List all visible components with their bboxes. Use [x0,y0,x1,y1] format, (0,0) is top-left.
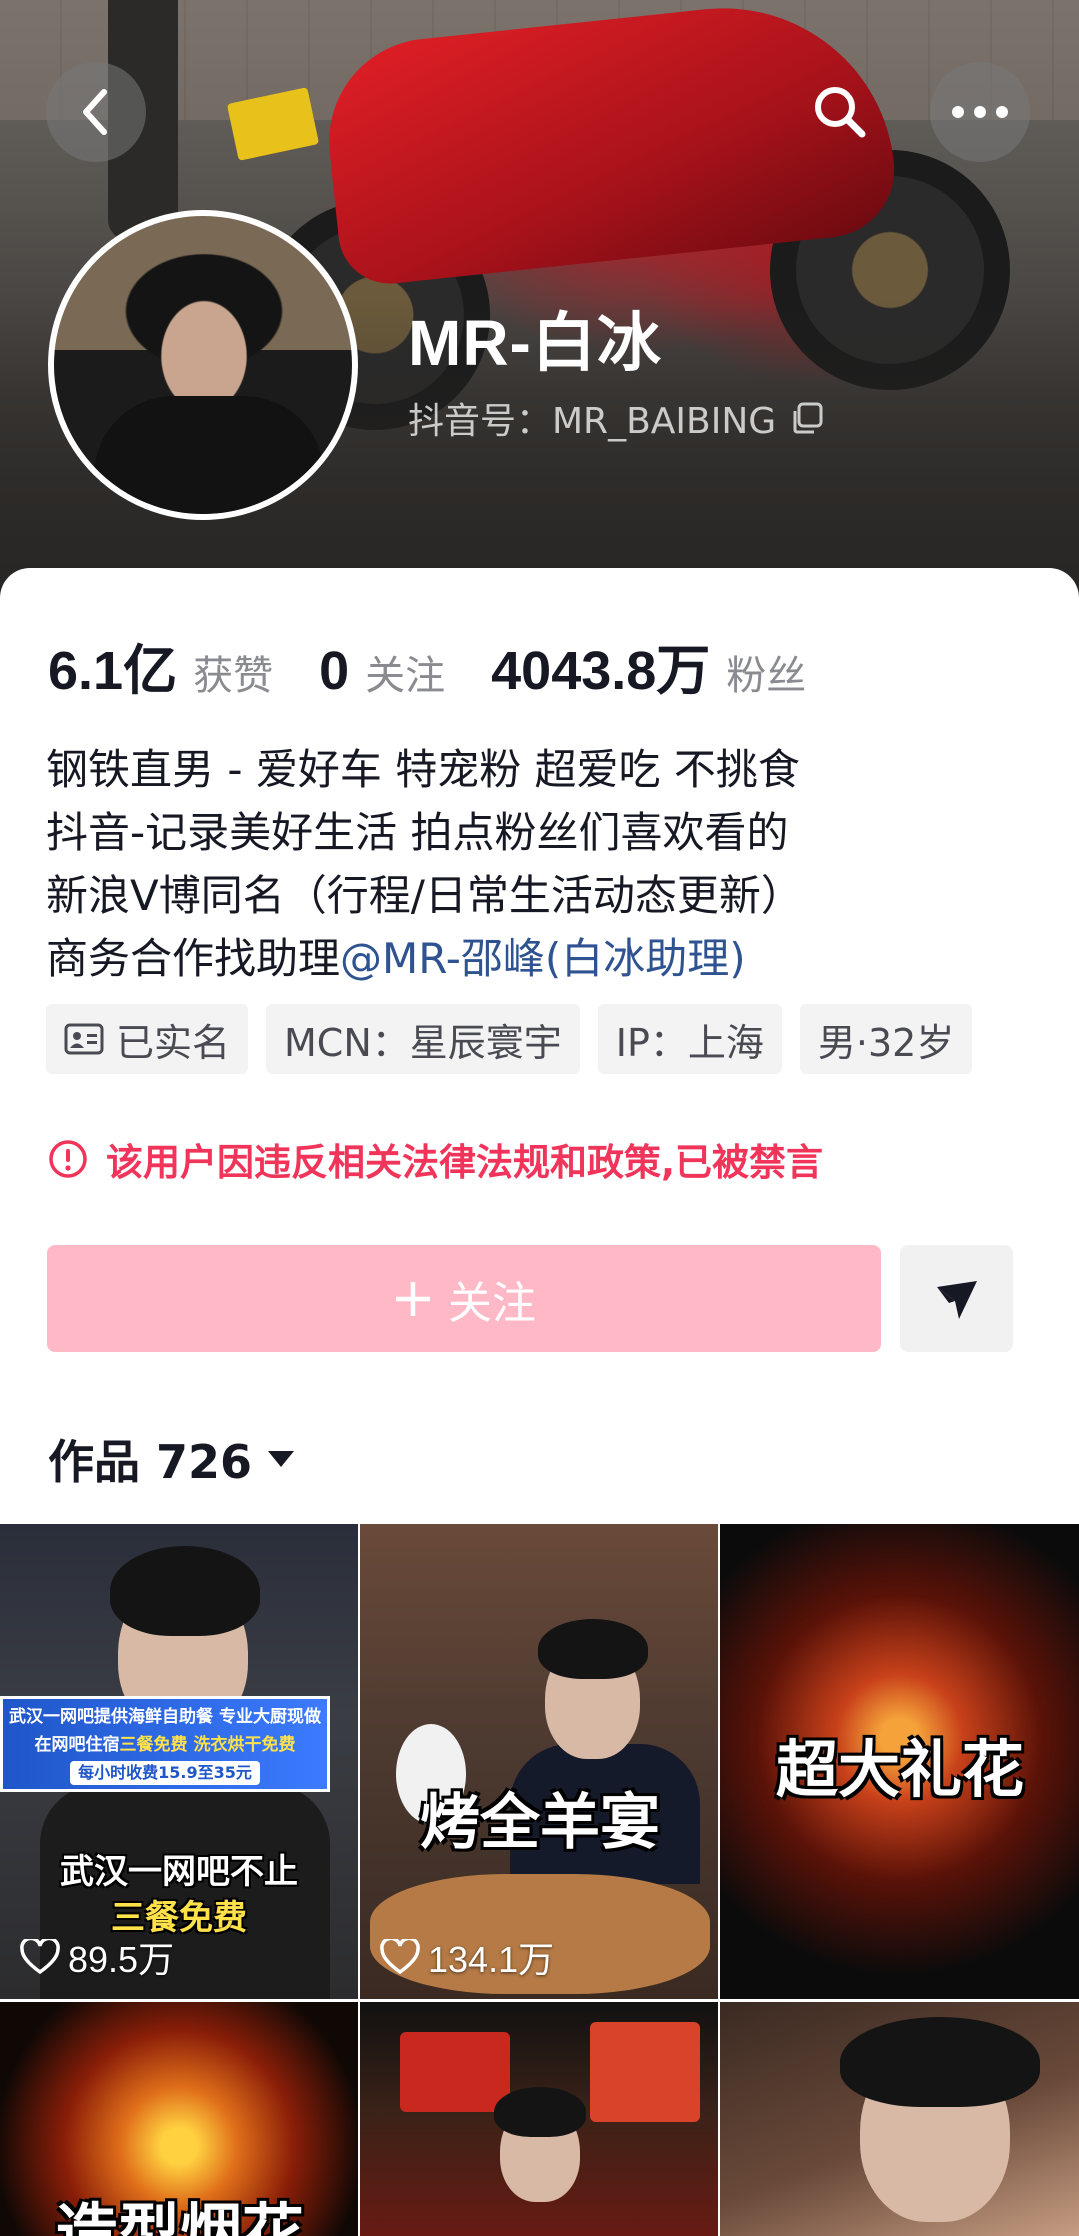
share-send-icon [936,1280,977,1319]
back-arrow-icon [83,89,107,135]
stats-row: 6.1亿 获赞 0 关注 4043.8万 粉丝 [48,626,852,705]
video-1-likes-count: 89.5万 [68,1939,175,1980]
douyin-id-text: 抖音号：MR_BAIBING [408,401,777,442]
tag-ip: IP：上海 [597,1004,782,1074]
bio: 钢铁直男 - 爱好车 特宠粉 超爱吃 不挑食 抖音-记录美好生活 拍点粉丝们喜欢… [46,738,803,990]
search-button[interactable] [790,62,890,162]
stat-likes-value: 6.1亿 [48,641,178,701]
douyin-id[interactable]: 抖音号：MR_BAIBING [408,392,824,444]
video-tile-2[interactable]: 烤全羊宴 134.1万 [360,1524,718,1999]
back-button[interactable] [46,62,146,162]
tag-mcn[interactable]: MCN：星辰寰宇 [266,1004,580,1074]
stat-following-value: 0 [319,641,350,701]
video-2-likes-count: 134.1万 [428,1939,555,1980]
assistant-mention-link[interactable]: @MR-邵峰(白冰助理) [340,934,746,983]
video-2-person-hair [538,1619,648,1679]
stat-followers-value: 4043.8万 [491,641,711,701]
username: MR-白冰 [408,307,662,379]
video-1-banner-line-2b: 三餐免费 [119,1735,188,1755]
stat-likes-label: 获赞 [193,653,274,699]
heart-icon [380,1939,420,1975]
bio-line-3: 新浪V博同名（行程/日常生活动态更新） [46,871,803,920]
video-5-firework-box-2 [590,2022,700,2122]
bio-line-4-text: 商务合作找助理 [46,934,341,983]
video-4-caption: 造型烟花 [55,2196,304,2236]
search-icon [815,87,866,138]
video-1-banner-line-2a: 在网吧住宿 [34,1735,120,1755]
tag-gender-age: 男·32岁 [799,1004,973,1074]
stat-following[interactable]: 0 关注 [319,640,445,702]
works-grid: 武汉一网吧提供海鲜自助餐 专业大厨现做 在网吧住宿三餐免费 洗衣烘干免费 每小时… [0,1524,1079,2236]
video-1-likes: 89.5万 [20,1931,174,1983]
id-card-icon [64,1023,104,1055]
works-tab-header[interactable]: 作品 726 [48,1426,296,1492]
more-icon [952,106,1008,118]
video-1-banner-line-3: 每小时收费15.9至35元 [70,1761,260,1785]
more-button[interactable] [930,62,1030,162]
video-tile-6[interactable] [720,2002,1079,2236]
bio-line-4: 商务合作找助理@MR-邵峰(白冰助理) [46,927,803,990]
video-2-caption: 烤全羊宴 [420,1788,660,1858]
video-2-likes: 134.1万 [380,1931,554,1983]
video-1-banner-line-2c: 洗衣烘干免费 [193,1735,296,1755]
copy-icon[interactable] [790,401,824,435]
video-1-caption-line-1: 武汉一网吧不止 [60,1852,298,1892]
alert-icon [49,1140,87,1178]
stat-following-label: 关注 [365,653,446,699]
bio-line-2: 抖音-记录美好生活 拍点粉丝们喜欢看的 [46,808,789,857]
video-tile-1[interactable]: 武汉一网吧提供海鲜自助餐 专业大厨现做 在网吧住宿三餐免费 洗衣烘干免费 每小时… [0,1524,358,1999]
profile-tags: 已实名 MCN：星辰寰宇 IP：上海 男·32岁 [46,1004,973,1074]
tag-verified-label: 已实名 [116,1020,231,1065]
follow-button[interactable]: 关注 [47,1245,881,1352]
avatar[interactable] [48,210,358,520]
video-tile-4[interactable]: 造型烟花 [0,2002,358,2236]
video-1-banner-line-2: 在网吧住宿三餐免费 洗衣烘干免费 [3,1731,327,1759]
video-1-banner: 武汉一网吧提供海鲜自助餐 专业大厨现做 在网吧住宿三餐免费 洗衣烘干免费 每小时… [0,1696,330,1792]
bio-line-1: 钢铁直男 - 爱好车 特宠粉 超爱吃 不挑食 [46,745,800,794]
stat-likes: 6.1亿 获赞 [48,626,273,705]
video-6-person-hair [840,2017,1040,2107]
stat-followers[interactable]: 4043.8万 粉丝 [491,626,806,705]
dropdown-triangle-icon [268,1451,295,1467]
tag-verified: 已实名 [46,1004,249,1074]
heart-icon [20,1939,60,1975]
stat-followers-label: 粉丝 [726,653,807,699]
message-button[interactable] [900,1245,1013,1352]
video-5-person-hair [494,2087,586,2137]
ban-warning: 该用户因违反相关法律法规和政策,已被禁言 [48,1132,823,1186]
avatar-shirt [94,396,324,514]
video-tile-3[interactable]: 超大礼花 [720,1524,1079,1999]
video-tile-5[interactable] [360,2002,718,2236]
video-1-person-hair [110,1546,260,1636]
follow-button-label: 关注 [448,1277,536,1329]
video-1-banner-line-1: 武汉一网吧提供海鲜自助餐 专业大厨现做 [9,1707,321,1727]
video-3-caption: 超大礼花 [775,1733,1024,1806]
works-count-label: 作品 726 [48,1435,253,1489]
plus-icon [396,1281,430,1316]
ban-warning-text: 该用户因违反相关法律法规和政策,已被禁言 [106,1141,824,1184]
video-5-firework-box-1 [400,2032,510,2112]
